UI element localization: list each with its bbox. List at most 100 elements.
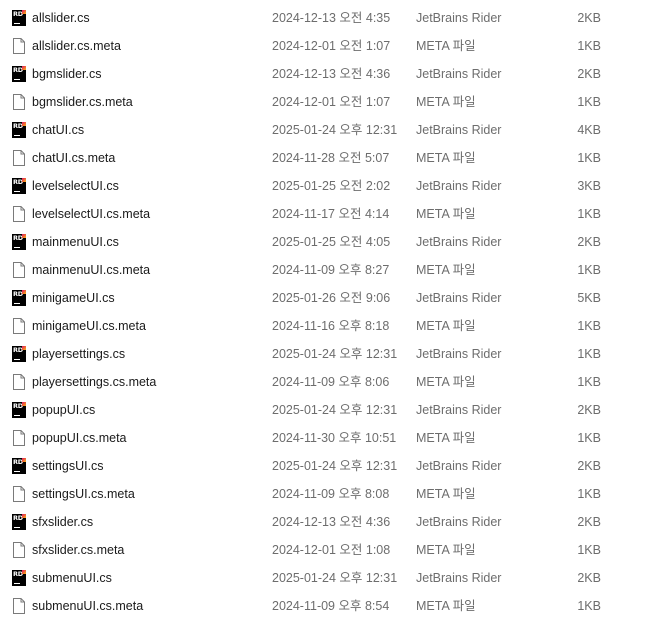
file-row[interactable]: RD levelselectUI.cs 2025-01-25 오전 2:02 JetB… [0, 172, 647, 200]
file-row[interactable]: RD playersettings.cs 2025-01-24 오후 12:31 Je… [0, 340, 647, 368]
file-name: popupUI.cs.meta [32, 431, 127, 445]
file-row[interactable]: RD settingsUI.cs 2025-01-24 오후 12:31 JetBra… [0, 452, 647, 480]
file-size: 1KB [577, 487, 601, 501]
rider-file-icon: RD [12, 290, 26, 306]
file-date-modified: 2025-01-24 오후 12:31 [272, 403, 398, 417]
file-name: mainmenuUI.cs [32, 235, 119, 249]
file-row[interactable]: RD bgmslider.cs 2024-12-13 오전 4:36 JetBrain… [0, 60, 647, 88]
file-date-modified: 2024-12-13 오전 4:36 [272, 67, 391, 81]
file-date-modified: 2024-11-17 오전 4:14 [272, 207, 390, 221]
file-size: 1KB [577, 431, 601, 445]
file-row[interactable]: submenuUI.cs.meta 2024-11-09 오후 8:54 META … [0, 592, 647, 620]
file-row[interactable]: RD chatUI.cs 2025-01-24 오후 12:31 JetBrains … [0, 116, 647, 144]
file-type: JetBrains Rider [416, 515, 502, 529]
document-icon [12, 430, 26, 446]
file-name: submenuUI.cs [32, 571, 112, 585]
document-icon [12, 150, 26, 166]
file-date-modified: 2025-01-24 오후 12:31 [272, 571, 398, 585]
rider-file-icon: RD [12, 458, 26, 474]
file-size: 1KB [577, 207, 601, 221]
file-date-modified: 2024-12-01 오전 1:08 [272, 543, 391, 557]
file-date-modified: 2024-11-09 오후 8:06 [272, 375, 390, 389]
file-row[interactable]: RD submenuUI.cs 2025-01-24 오후 12:31 JetBrai… [0, 564, 647, 592]
rider-file-icon: RD [12, 346, 26, 362]
document-icon [12, 318, 26, 334]
file-name: allslider.cs [32, 11, 90, 25]
document-icon [12, 486, 26, 502]
file-row[interactable]: chatUI.cs.meta 2024-11-28 오전 5:07 META 파일 1… [0, 144, 647, 172]
document-icon [12, 262, 26, 278]
rider-file-icon: RD [12, 122, 26, 138]
rider-file-icon: RD [12, 234, 26, 250]
file-size: 1KB [577, 543, 601, 557]
file-list: RD allslider.cs 2024-12-13 오전 4:35 JetBrain… [0, 0, 647, 620]
file-type: META 파일 [416, 431, 476, 445]
file-row[interactable]: popupUI.cs.meta 2024-11-30 오후 10:51 META 파… [0, 424, 647, 452]
file-type: JetBrains Rider [416, 67, 502, 81]
file-type: META 파일 [416, 95, 476, 109]
document-icon [12, 374, 26, 390]
file-row[interactable]: RD popupUI.cs 2025-01-24 오후 12:31 JetBrains… [0, 396, 647, 424]
file-name: playersettings.cs.meta [32, 375, 157, 389]
file-row[interactable]: sfxslider.cs.meta 2024-12-01 오전 1:08 META … [0, 536, 647, 564]
file-row[interactable]: settingsUI.cs.meta 2024-11-09 오후 8:08 META… [0, 480, 647, 508]
file-name: playersettings.cs [32, 347, 126, 361]
file-size: 2KB [577, 515, 601, 529]
file-size: 1KB [577, 375, 601, 389]
file-type: JetBrains Rider [416, 235, 502, 249]
file-name: settingsUI.cs.meta [32, 487, 135, 501]
file-row[interactable]: levelselectUI.cs.meta 2024-11-17 오전 4:14 M… [0, 200, 647, 228]
file-type: META 파일 [416, 487, 476, 501]
file-date-modified: 2024-11-09 오후 8:54 [272, 599, 390, 613]
rider-file-icon: RD [12, 402, 26, 418]
file-row[interactable]: RD mainmenuUI.cs 2025-01-25 오전 4:05 JetBrai… [0, 228, 647, 256]
document-icon [12, 206, 26, 222]
rider-file-icon: RD [12, 10, 26, 26]
file-row[interactable]: mainmenuUI.cs.meta 2024-11-09 오후 8:27 META… [0, 256, 647, 284]
file-row[interactable]: minigameUI.cs.meta 2024-11-16 오후 8:18 META… [0, 312, 647, 340]
file-row[interactable]: RD minigameUI.cs 2025-01-26 오전 9:06 JetBrai… [0, 284, 647, 312]
file-date-modified: 2025-01-24 오후 12:31 [272, 123, 398, 137]
file-size: 1KB [577, 263, 601, 277]
file-date-modified: 2024-11-09 오후 8:27 [272, 263, 390, 277]
file-date-modified: 2024-11-09 오후 8:08 [272, 487, 390, 501]
file-name: popupUI.cs [32, 403, 96, 417]
file-size: 1KB [577, 39, 601, 53]
file-date-modified: 2025-01-24 오후 12:31 [272, 459, 398, 473]
file-type: META 파일 [416, 263, 476, 277]
file-name: levelselectUI.cs [32, 179, 119, 193]
file-date-modified: 2024-11-28 오전 5:07 [272, 151, 390, 165]
file-date-modified: 2025-01-25 오전 4:05 [272, 235, 391, 249]
file-date-modified: 2024-12-13 오전 4:35 [272, 11, 391, 25]
file-date-modified: 2024-11-16 오후 8:18 [272, 319, 390, 333]
file-size: 2KB [577, 459, 601, 473]
file-size: 2KB [577, 571, 601, 585]
file-name: minigameUI.cs [32, 291, 115, 305]
rider-file-icon: RD [12, 66, 26, 82]
rider-file-icon: RD [12, 178, 26, 194]
file-date-modified: 2024-12-01 오전 1:07 [272, 95, 391, 109]
file-row[interactable]: RD allslider.cs 2024-12-13 오전 4:35 JetBrain… [0, 4, 647, 32]
file-size: 1KB [577, 599, 601, 613]
document-icon [12, 94, 26, 110]
file-name: chatUI.cs.meta [32, 151, 116, 165]
file-type: META 파일 [416, 375, 476, 389]
file-row[interactable]: RD sfxslider.cs 2024-12-13 오전 4:36 JetBrain… [0, 508, 647, 536]
file-name: mainmenuUI.cs.meta [32, 263, 151, 277]
file-type: META 파일 [416, 207, 476, 221]
file-size: 1KB [577, 151, 601, 165]
file-row[interactable]: bgmslider.cs.meta 2024-12-01 오전 1:07 META … [0, 88, 647, 116]
file-row[interactable]: playersettings.cs.meta 2024-11-09 오후 8:06… [0, 368, 647, 396]
file-date-modified: 2025-01-26 오전 9:06 [272, 291, 391, 305]
rider-file-icon: RD [12, 570, 26, 586]
file-date-modified: 2024-12-13 오전 4:36 [272, 515, 391, 529]
file-size: 2KB [577, 11, 601, 25]
file-size: 2KB [577, 403, 601, 417]
file-name: bgmslider.cs.meta [32, 95, 133, 109]
file-type: META 파일 [416, 319, 476, 333]
file-size: 2KB [577, 67, 601, 81]
document-icon [12, 38, 26, 54]
file-date-modified: 2025-01-24 오후 12:31 [272, 347, 398, 361]
document-icon [12, 598, 26, 614]
file-row[interactable]: allslider.cs.meta 2024-12-01 오전 1:07 META … [0, 32, 647, 60]
